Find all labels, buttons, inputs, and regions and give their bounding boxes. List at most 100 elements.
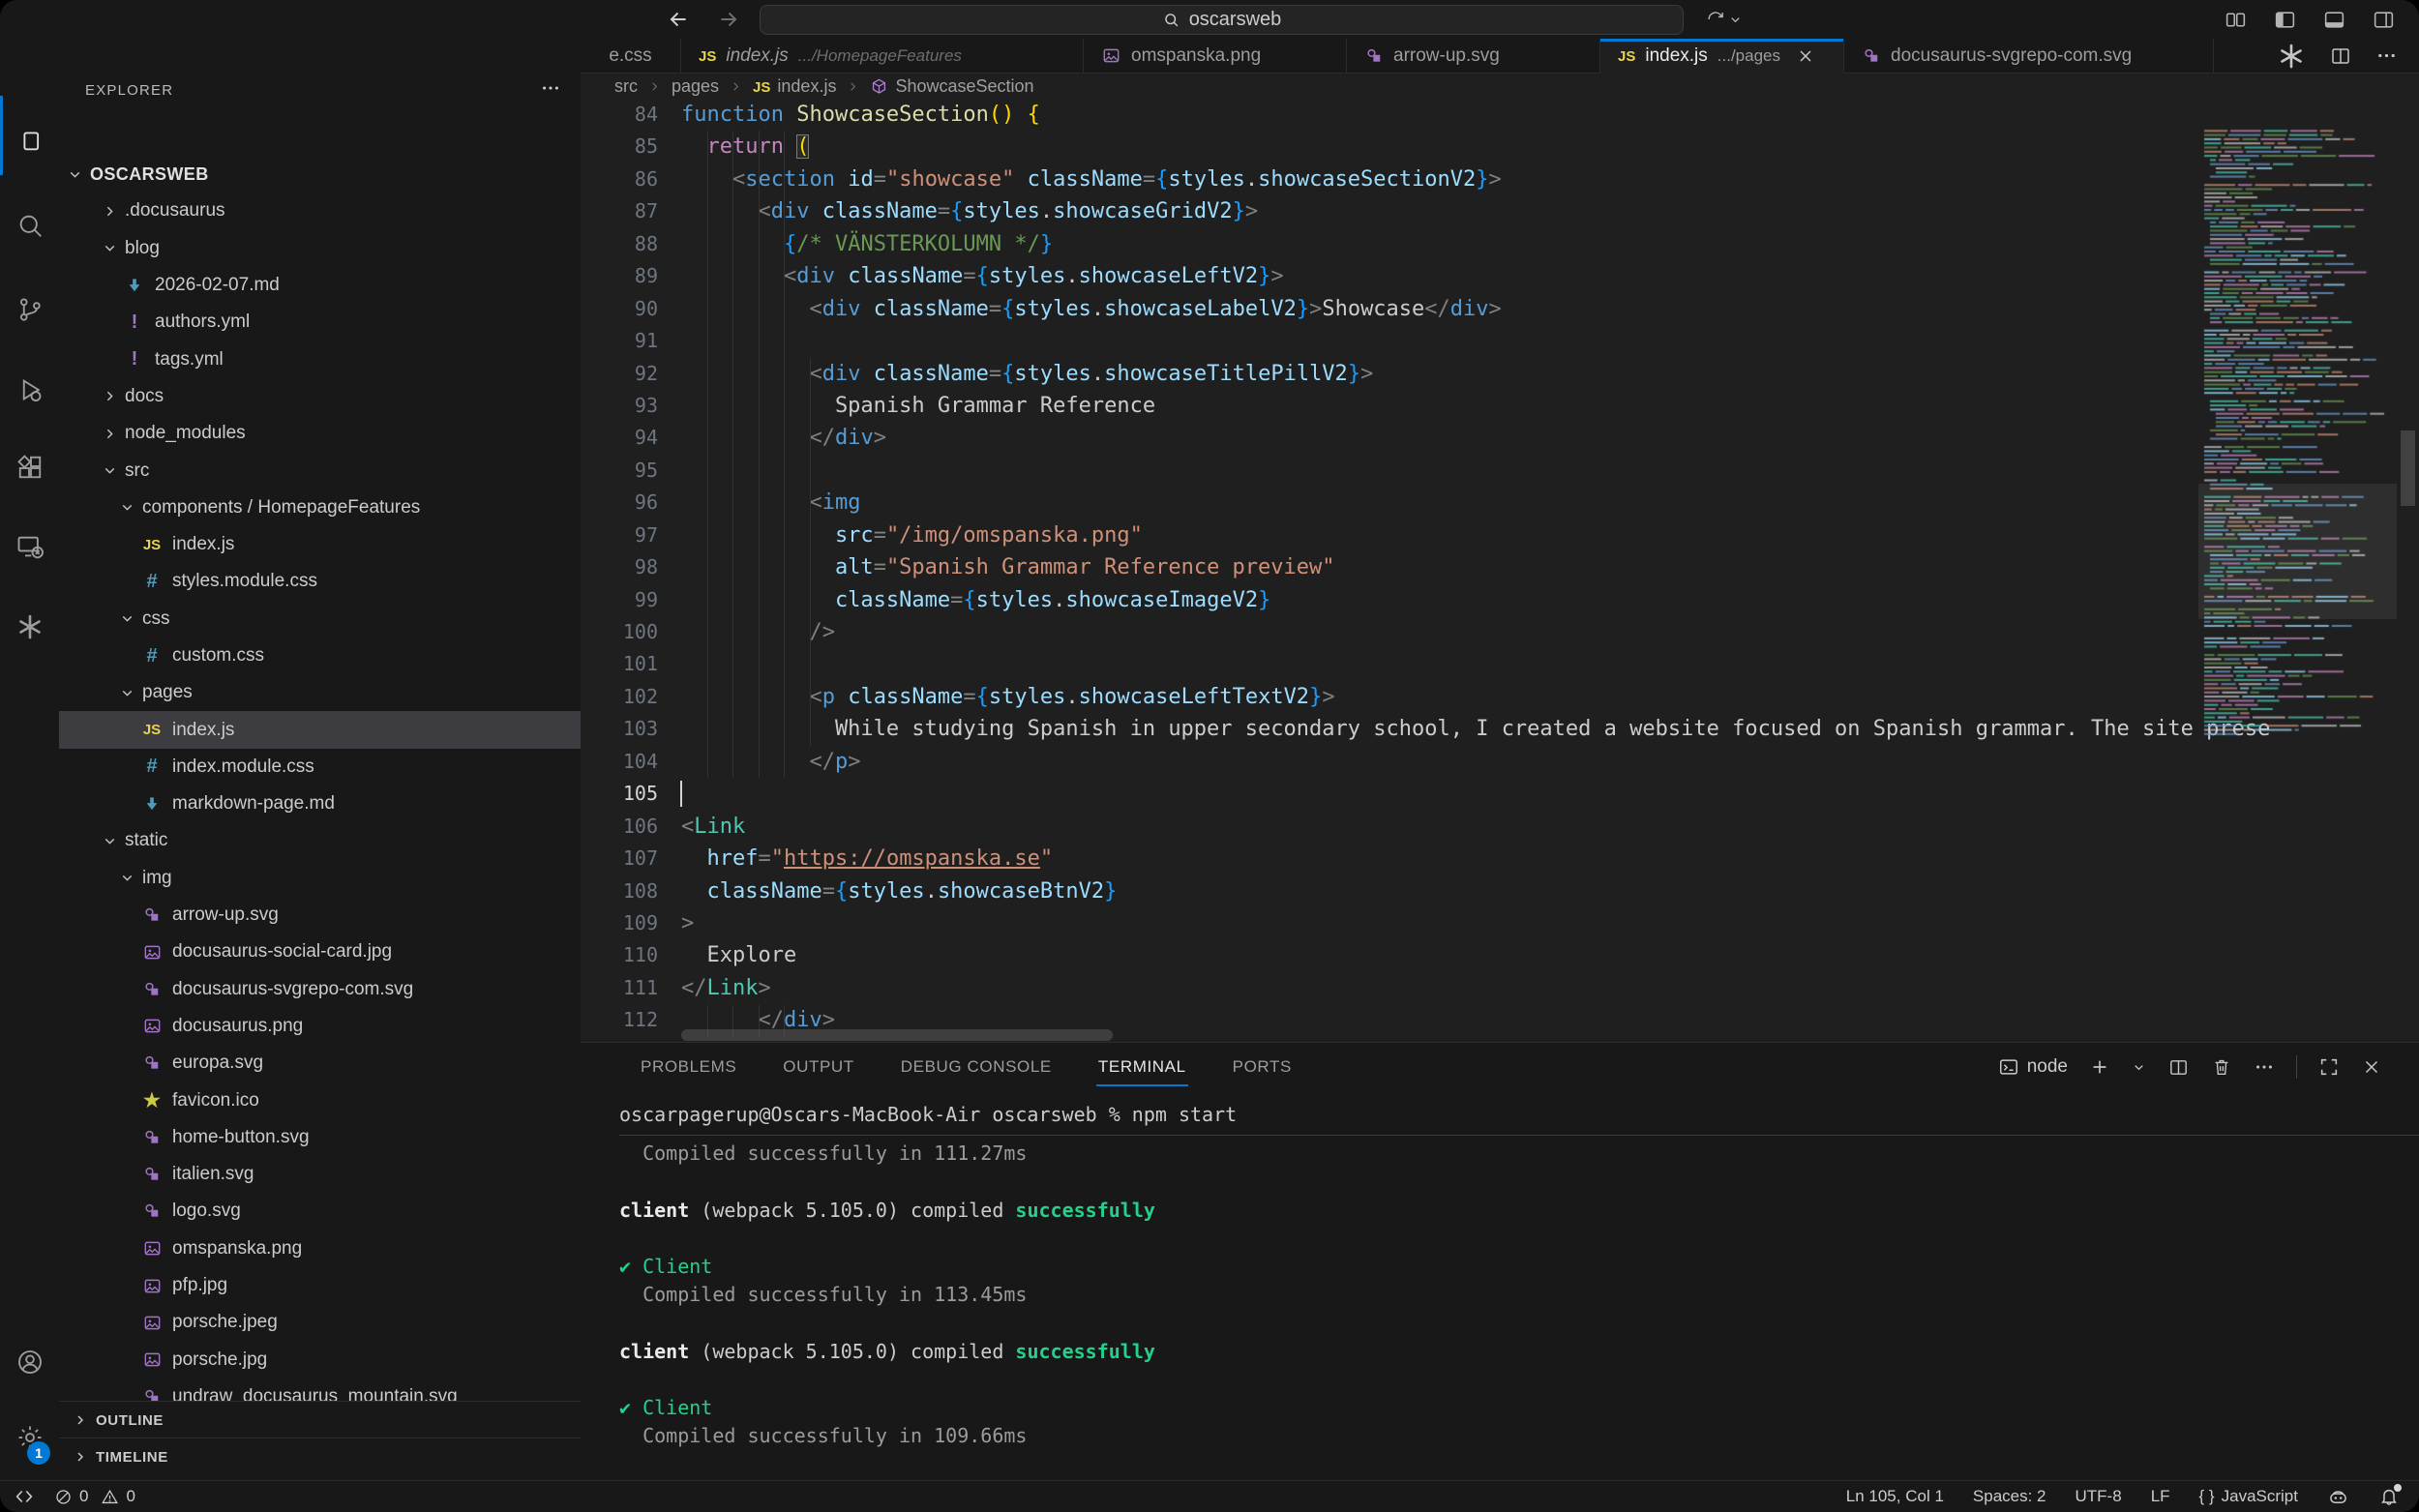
tree-item[interactable]: !tags.yml [59,341,581,377]
breadcrumb-item[interactable]: pages [672,76,719,97]
command-center-search[interactable]: oscarsweb [760,5,1684,35]
editor-tab[interactable]: docusaurus-svgrepo-com.svg [1844,39,2214,74]
tree-item[interactable]: arrow-up.svg [59,897,581,934]
toggle-sidebar-icon[interactable] [2273,8,2297,32]
problems-status[interactable]: 0 0 [54,1487,135,1506]
tree-item[interactable]: css [59,601,581,637]
tree-item[interactable]: docusaurus.png [59,1008,581,1045]
tree-item[interactable]: logo.svg [59,1193,581,1230]
minimap-slider[interactable] [2198,484,2397,619]
toggle-panel-icon[interactable] [2322,8,2346,32]
dots-icon[interactable] [2375,44,2398,67]
tree-item[interactable]: markdown-page.md [59,786,581,822]
tree-item[interactable]: pages [59,674,581,711]
terminal-instance[interactable]: node [1998,1056,2068,1078]
split-icon[interactable] [2329,44,2352,68]
vertical-scrollbar[interactable] [2401,430,2415,506]
code-line: 94 </div> [581,422,2419,454]
kill-terminal-icon[interactable] [2211,1056,2232,1078]
copilot-icon[interactable] [2327,1486,2349,1508]
breadcrumb-item[interactable]: JSindex.js [753,76,836,97]
tree-item[interactable]: #styles.module.css [59,563,581,600]
tree-item[interactable]: node_modules [59,415,581,452]
forward-arrow-icon[interactable] [716,7,741,32]
panel-tab-terminal[interactable]: TERMINAL [1096,1048,1188,1086]
back-arrow-icon[interactable] [666,7,691,32]
editor-tab[interactable]: omspanska.png [1084,39,1347,74]
breadcrumb-item[interactable]: src [614,76,638,97]
tree-item[interactable]: OSCARSWEB [59,156,581,193]
tree-item[interactable]: blog [59,230,581,267]
language-mode[interactable]: { } JavaScript [2199,1487,2298,1506]
panel-tab-debug-console[interactable]: DEBUG CONSOLE [899,1048,1054,1086]
editor-tab[interactable]: JSindex.js.../HomepageFeatures [681,39,1084,74]
tree-item[interactable]: ★favicon.ico [59,1082,581,1118]
tree-item[interactable]: docusaurus-svgrepo-com.svg [59,971,581,1008]
eol[interactable]: LF [2151,1487,2170,1506]
tree-item[interactable]: pfp.jpg [59,1267,581,1304]
editor-tab[interactable]: JSindex.js.../pages [1600,39,1844,74]
tree-item[interactable]: europa.svg [59,1045,581,1082]
notifications-bell-icon[interactable] [2378,1486,2400,1507]
tree-item[interactable]: porsche.jpeg [59,1304,581,1341]
layout-columns-icon[interactable] [2224,8,2248,32]
activity-explorer[interactable] [0,114,59,172]
tree-item[interactable]: #custom.css [59,637,581,674]
tree-item[interactable]: docs [59,378,581,415]
tree-item[interactable]: JSindex.js [59,711,581,748]
activity-accounts[interactable] [0,1333,59,1391]
terminal-output[interactable]: oscarpagerup@Oscars-MacBook-Air oscarswe… [619,1101,2419,1481]
tree-item[interactable]: #index.module.css [59,749,581,786]
timeline-section[interactable]: TIMELINE [59,1438,581,1475]
outline-section[interactable]: OUTLINE [59,1401,581,1438]
activity-search[interactable] [0,196,59,254]
chevron-down-icon[interactable] [2132,1060,2146,1075]
activity-settings[interactable]: 1 [0,1408,59,1467]
tree-item[interactable]: static [59,822,581,859]
tree-item[interactable]: home-button.svg [59,1119,581,1156]
more-actions-icon[interactable] [2254,1056,2275,1078]
tree-item[interactable]: porsche.jpg [59,1342,581,1379]
tree-item[interactable]: !authors.yml [59,304,581,341]
tree-item[interactable]: .docusaurus [59,193,581,229]
encoding[interactable]: UTF-8 [2076,1487,2122,1506]
tree-item[interactable]: 2026-02-07.md [59,267,581,304]
tree-item[interactable]: components / HomepageFeatures [59,489,581,526]
tree-item[interactable]: omspanska.png [59,1230,581,1267]
activity-remote-explorer[interactable] [0,518,59,576]
tree-item-label: arrow-up.svg [172,904,279,926]
explorer-more-actions-icon[interactable] [540,77,561,99]
remote-indicator-icon[interactable] [14,1486,35,1507]
activity-extensions[interactable] [0,438,59,496]
tab-label: arrow-up.svg [1393,45,1500,67]
chevron-down-icon [119,685,135,701]
close-icon[interactable] [1796,46,1815,66]
split-terminal-icon[interactable] [2167,1056,2190,1079]
cursor-position[interactable]: Ln 105, Col 1 [1846,1487,1944,1506]
maximize-panel-icon[interactable] [2318,1056,2340,1078]
close-panel-icon[interactable] [2361,1056,2382,1078]
code-line: 92 <div className={styles.showcaseTitleP… [581,358,2419,390]
new-terminal-icon[interactable] [2089,1056,2110,1078]
activity-source-control[interactable] [0,281,59,339]
line-number: 105 [581,778,658,810]
toggle-secondary-sidebar-icon[interactable] [2372,8,2396,32]
horizontal-scrollbar[interactable] [681,1029,1113,1041]
indentation[interactable]: Spaces: 2 [1973,1487,2046,1506]
tree-item[interactable]: src [59,452,581,489]
activity-chatgpt[interactable] [0,598,59,656]
editor-tab[interactable]: arrow-up.svg [1347,39,1600,74]
panel-tab-ports[interactable]: PORTS [1231,1048,1294,1086]
tree-item[interactable]: JSindex.js [59,526,581,563]
panel-tab-problems[interactable]: PROBLEMS [639,1048,738,1086]
tree-item[interactable]: italien.svg [59,1156,581,1193]
gpt-icon[interactable] [2277,42,2306,71]
breadcrumb-item[interactable]: ShowcaseSection [870,76,1033,97]
breadcrumb[interactable]: src pages JSindex.js ShowcaseSection [581,74,2419,99]
tree-item[interactable]: img [59,860,581,897]
tree-item[interactable]: docusaurus-social-card.jpg [59,934,581,970]
activity-run-debug[interactable] [0,361,59,419]
panel-tab-output[interactable]: OUTPUT [781,1048,855,1086]
editor-tab[interactable]: e.css [581,39,681,74]
sync-dropdown[interactable] [1705,0,1743,39]
